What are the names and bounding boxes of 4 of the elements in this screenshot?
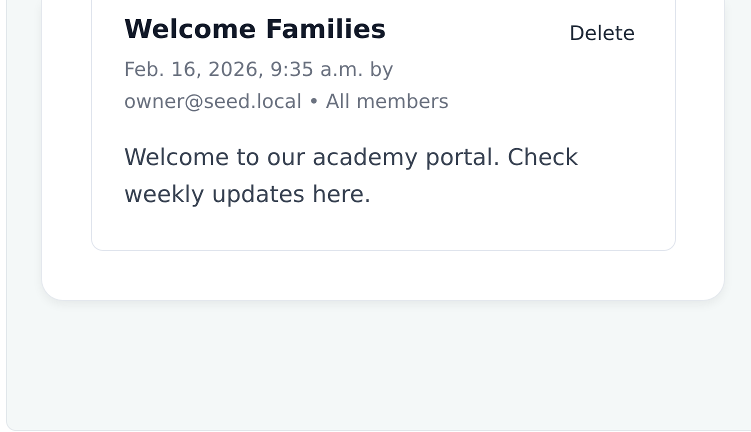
announcement-title: Welcome Families <box>124 14 386 47</box>
delete-button[interactable]: Delete <box>569 14 635 48</box>
announcement-body: Welcome to our academy portal. Check weekly updates here. <box>124 144 580 210</box>
announcement-meta: Feb. 16, 2026, 9:35 a.m. by owner@seed.local • All members <box>124 57 450 115</box>
